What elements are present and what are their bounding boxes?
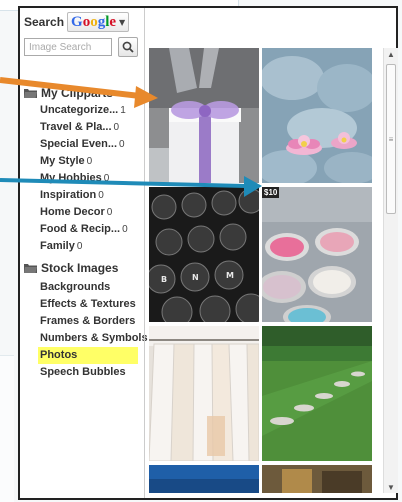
chevron-down-icon: ▼ xyxy=(119,17,126,27)
search-button[interactable] xyxy=(118,37,138,57)
item-count: 0 xyxy=(86,156,93,167)
svg-text:N: N xyxy=(192,273,199,282)
item-count: 0 xyxy=(119,139,125,150)
thumbnail-partial[interactable] xyxy=(262,465,372,493)
item-count: 1 xyxy=(120,105,126,116)
sidebar-item-home-decor[interactable]: Home Decor 0 xyxy=(40,204,128,221)
my-clipparts-list: Uncategorize... 1 Travel & Pla... 0 Specia… xyxy=(40,102,128,255)
image-picker-window: Search Google ▼ My Clipparts Uncategoriz… xyxy=(18,6,398,500)
sidebar-item-label: Food & Recip... xyxy=(40,223,121,235)
thumbnail-clothes-hangers[interactable] xyxy=(149,326,259,461)
sidebar-item-label: My Hobbies xyxy=(40,172,102,184)
provider-letter: e xyxy=(109,13,117,30)
sidebar-item-label: Speech Bubbles xyxy=(40,366,126,378)
folder-icon xyxy=(24,263,37,273)
sidebar-item-numbers-symbols[interactable]: Numbers & Symbols xyxy=(40,330,148,347)
sidebar-item-effects-textures[interactable]: Effects & Textures xyxy=(40,296,148,313)
scroll-down-arrow-icon[interactable]: ▼ xyxy=(384,481,398,493)
sidebar-item-frames-borders[interactable]: Frames & Borders xyxy=(40,313,148,330)
sidebar-item-my-style[interactable]: My Style 0 xyxy=(40,153,128,170)
group-title-label: My Clipparts xyxy=(41,86,114,100)
image-gallery: B N M $10 ▲ ≡ ▼ xyxy=(144,8,398,498)
search-label: Search xyxy=(24,15,65,29)
thumbnail-makeup-palette[interactable]: $10 xyxy=(262,187,372,322)
sidebar-item-inspiration[interactable]: Inspiration 0 xyxy=(40,187,128,204)
thumbnail-water-lilies[interactable] xyxy=(262,48,372,183)
sidebar-item-label: Inspiration xyxy=(40,189,97,201)
item-count: 0 xyxy=(106,207,113,218)
thumbnail-typewriter-keys[interactable]: BNM xyxy=(149,187,259,322)
sidebar-item-my-hobbies[interactable]: My Hobbies 0 xyxy=(40,170,128,187)
sidebar-item-label: Frames & Borders xyxy=(40,315,136,327)
image-search-input[interactable] xyxy=(24,38,112,56)
group-title-label: Stock Images xyxy=(41,261,119,275)
sidebar-item-label: Photos xyxy=(40,349,78,361)
sidebar-item-label: Travel & Pla... xyxy=(40,121,112,133)
sidebar-item-family[interactable]: Family 0 xyxy=(40,238,128,255)
vertical-scrollbar[interactable]: ▲ ≡ ▼ xyxy=(383,48,398,493)
sidebar: Search Google ▼ My Clipparts Uncategoriz… xyxy=(20,8,148,498)
background-panel xyxy=(0,355,14,502)
stock-images-list: Backgrounds Effects & Textures Frames & … xyxy=(38,279,148,381)
sidebar-item-uncategorized[interactable]: Uncategorize... 1 xyxy=(40,102,128,119)
item-count: 0 xyxy=(113,122,120,133)
sidebar-item-label: Home Decor xyxy=(40,206,105,218)
sidebar-item-label: Effects & Textures xyxy=(40,298,136,310)
thumbnail-gift-box[interactable] xyxy=(149,48,259,183)
svg-text:M: M xyxy=(226,271,234,280)
sidebar-item-label: Special Even... xyxy=(40,138,118,150)
sidebar-item-label: Numbers & Symbols xyxy=(40,332,148,344)
my-clipparts-group[interactable]: My Clipparts xyxy=(24,86,113,100)
sidebar-item-label: Backgrounds xyxy=(40,281,111,293)
sidebar-item-travel[interactable]: Travel & Pla... 0 xyxy=(40,119,128,136)
sidebar-item-label: Family xyxy=(40,240,75,252)
sidebar-item-photos[interactable]: Photos xyxy=(38,347,138,364)
price-badge: $10 xyxy=(262,187,280,198)
sidebar-item-label: My Style xyxy=(40,155,85,167)
sidebar-item-label: Uncategorize... xyxy=(40,104,119,116)
thumbnail-partial[interactable] xyxy=(149,465,259,493)
sidebar-item-speech-bubbles[interactable]: Speech Bubbles xyxy=(40,364,148,381)
provider-letter: G xyxy=(71,13,83,30)
provider-letter: o xyxy=(82,13,91,30)
folder-icon xyxy=(24,88,37,98)
item-count: 0 xyxy=(122,224,128,235)
search-row: Search Google ▼ xyxy=(24,12,130,32)
search-icon xyxy=(122,41,134,53)
sidebar-item-food-recipes[interactable]: Food & Recip... 0 xyxy=(40,221,128,238)
thumbnail-lawn-stepping-stones[interactable] xyxy=(262,326,372,461)
svg-text:B: B xyxy=(161,275,167,284)
item-count: 0 xyxy=(103,173,110,184)
sidebar-item-backgrounds[interactable]: Backgrounds xyxy=(40,279,148,296)
scrollbar-thumb[interactable]: ≡ xyxy=(386,64,396,214)
stock-images-group[interactable]: Stock Images xyxy=(24,261,118,275)
search-provider-dropdown[interactable]: Google ▼ xyxy=(67,12,130,32)
item-count: 0 xyxy=(98,190,104,201)
sidebar-item-special-events[interactable]: Special Even... 0 xyxy=(40,136,128,153)
provider-letter: g xyxy=(97,13,106,30)
scroll-up-arrow-icon[interactable]: ▲ xyxy=(384,48,398,60)
item-count: 0 xyxy=(76,241,83,252)
provider-letter: o xyxy=(90,13,98,30)
